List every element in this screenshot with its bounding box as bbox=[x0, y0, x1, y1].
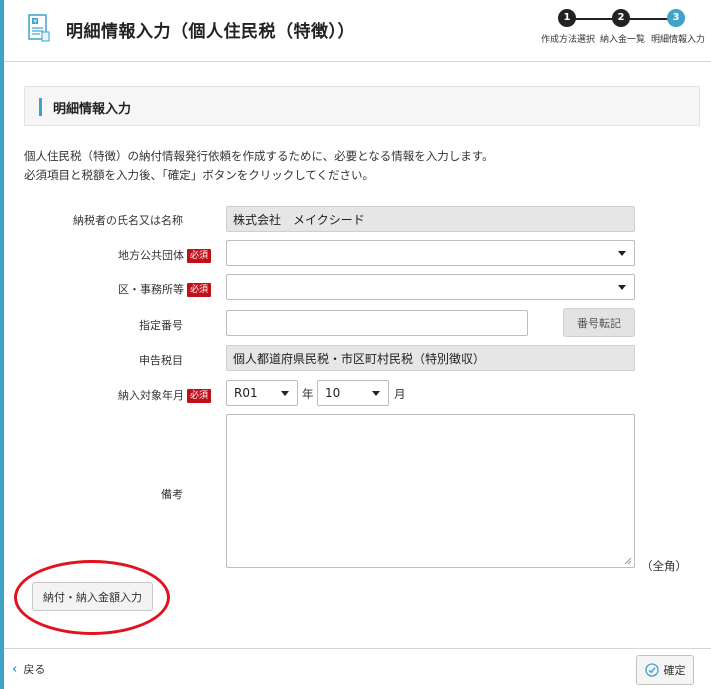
step-2-circle: 2 bbox=[612, 9, 630, 27]
step-3-circle: 3 bbox=[667, 9, 685, 27]
section-header: 明細情報入力 bbox=[24, 86, 700, 126]
dropdown-caret-icon bbox=[372, 391, 380, 396]
step-1-label: 作成方法選択 bbox=[541, 35, 596, 45]
taxpayer-name-text: 株式会社 メイクシード bbox=[233, 212, 365, 227]
chevron-left-icon: ‹ bbox=[12, 661, 18, 677]
back-link[interactable]: ‹ 戻る bbox=[12, 661, 45, 677]
tax-item-label: 申告税目 bbox=[139, 354, 183, 367]
designated-number-input[interactable] bbox=[226, 310, 528, 336]
ward-office-select[interactable] bbox=[226, 274, 635, 300]
document-form-icon: ¥ bbox=[28, 14, 50, 42]
description-line-1: 個人住民税（特徴）の納付情報発行依頼を作成するために、必要となる情報を入力します… bbox=[24, 149, 494, 163]
fullwidth-note: （全角） bbox=[641, 559, 687, 573]
payment-period-label-text: 納入対象年月 bbox=[117, 389, 184, 402]
confirm-button[interactable]: 確定 bbox=[636, 655, 694, 685]
number-transfer-button[interactable]: 番号転記 bbox=[563, 308, 635, 337]
section-accent-bar bbox=[39, 98, 42, 116]
payment-period-label: 納入対象年月 必須 bbox=[118, 387, 211, 403]
step-2-label: 納入金一覧 bbox=[600, 35, 646, 45]
back-label: 戻る bbox=[23, 663, 46, 676]
resize-grip-icon[interactable] bbox=[624, 557, 632, 565]
year-select-value: R01 bbox=[234, 386, 258, 400]
step-1-circle: 1 bbox=[558, 9, 576, 27]
dropdown-caret-icon bbox=[281, 391, 289, 396]
month-unit: 月 bbox=[394, 387, 406, 401]
highlight-circle-annotation bbox=[14, 560, 170, 635]
page-footer: ‹ 戻る 確定 bbox=[4, 648, 711, 689]
month-select-value: 10 bbox=[325, 386, 341, 400]
svg-text:¥: ¥ bbox=[33, 18, 37, 25]
description-line-2: 必須項目と税額を入力後、「確定」ボタンをクリックしてください。 bbox=[24, 168, 375, 182]
confirm-label: 確定 bbox=[663, 664, 686, 677]
dropdown-caret-icon bbox=[618, 285, 626, 290]
ward-office-label: 区・事務所等 必須 bbox=[118, 281, 211, 297]
taxpayer-name-label: 納税者の氏名又は名称 bbox=[73, 214, 183, 227]
required-badge: 必須 bbox=[186, 283, 211, 297]
required-badge: 必須 bbox=[186, 389, 211, 403]
dropdown-caret-icon bbox=[618, 251, 626, 256]
page-header: ¥ 明細情報入力（個人住民税（特徴）） 1 2 3 作成方法選択 納入金一覧 明… bbox=[4, 0, 711, 62]
page-title: 明細情報入力（個人住民税（特徴）） bbox=[66, 22, 355, 42]
local-gov-label: 地方公共団体 必須 bbox=[118, 247, 211, 263]
designated-number-label: 指定番号 bbox=[139, 319, 183, 332]
remarks-label: 備考 bbox=[161, 488, 183, 501]
step-3-label: 明細情報入力 bbox=[651, 35, 706, 45]
required-badge: 必須 bbox=[186, 249, 211, 263]
tax-item-text: 個人都道府県民税・市区町村民税（特別徴収） bbox=[233, 351, 486, 366]
year-select[interactable]: R01 bbox=[226, 380, 298, 406]
left-accent-bar bbox=[0, 0, 4, 689]
remarks-textarea[interactable] bbox=[226, 414, 635, 568]
taxpayer-name-value: 株式会社 メイクシード bbox=[226, 206, 635, 232]
month-select[interactable]: 10 bbox=[317, 380, 389, 406]
local-gov-select[interactable] bbox=[226, 240, 635, 266]
section-title: 明細情報入力 bbox=[53, 102, 132, 117]
year-unit: 年 bbox=[302, 387, 314, 401]
tax-item-value: 個人都道府県民税・市区町村民税（特別徴収） bbox=[226, 345, 635, 371]
step-indicator: 1 2 3 作成方法選択 納入金一覧 明細情報入力 bbox=[541, 8, 711, 48]
check-circle-icon bbox=[644, 663, 659, 677]
local-gov-label-text: 地方公共団体 bbox=[117, 249, 184, 262]
ward-office-label-text: 区・事務所等 bbox=[117, 283, 184, 296]
